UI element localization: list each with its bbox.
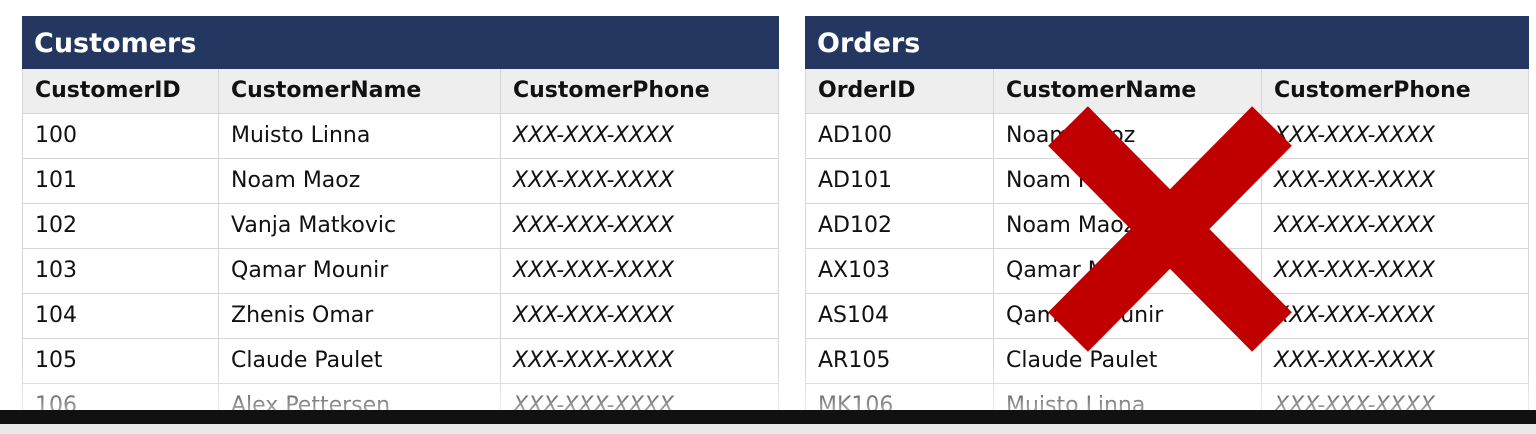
column-header-orderid: OrderID <box>805 69 994 114</box>
order-id-cell: AS104 <box>805 293 994 339</box>
bottom-divider-bar <box>0 410 1536 424</box>
customer-name-cell: Vanja Matkovic <box>218 203 501 249</box>
table-row: 104 Zhenis Omar XXX-XXX-XXXX <box>22 293 779 339</box>
customer-id-cell: 102 <box>22 203 219 249</box>
customer-phone-cell: XXX-XXX-XXXX <box>1261 293 1529 339</box>
customer-phone-cell: XXX-XXX-XXXX <box>500 203 779 249</box>
cross-icon <box>1048 106 1292 352</box>
table-row: 103 Qamar Mounir XXX-XXX-XXXX <box>22 248 779 294</box>
customer-id-cell: 101 <box>22 158 219 204</box>
table-row: 100 Muisto Linna XXX-XXX-XXXX <box>22 113 779 159</box>
column-header-customername: CustomerName <box>218 69 501 114</box>
customer-name-cell: Muisto Linna <box>218 113 501 159</box>
customer-name-cell: Qamar Mounir <box>218 248 501 294</box>
customer-phone-cell: XXX-XXX-XXXX <box>500 248 779 294</box>
bottom-strip <box>0 424 1536 434</box>
customer-phone-cell: XXX-XXX-XXXX <box>1261 203 1529 249</box>
customer-name-cell: Claude Paulet <box>218 338 501 384</box>
customers-table-title: Customers <box>22 16 779 69</box>
customers-table: Customers CustomerID CustomerName Custom… <box>22 16 779 429</box>
customer-id-cell: 104 <box>22 293 219 339</box>
column-header-customerphone: CustomerPhone <box>1261 69 1529 114</box>
order-id-cell: AD102 <box>805 203 994 249</box>
customer-name-cell: Zhenis Omar <box>218 293 501 339</box>
order-id-cell: AX103 <box>805 248 994 294</box>
customer-phone-cell: XXX-XXX-XXXX <box>1261 158 1529 204</box>
customer-phone-cell: XXX-XXX-XXXX <box>500 158 779 204</box>
column-header-customerphone: CustomerPhone <box>500 69 779 114</box>
orders-table-title: Orders <box>805 16 1529 69</box>
order-id-cell: AR105 <box>805 338 994 384</box>
customer-id-cell: 100 <box>22 113 219 159</box>
customer-id-cell: 105 <box>22 338 219 384</box>
table-row: 101 Noam Maoz XXX-XXX-XXXX <box>22 158 779 204</box>
customer-phone-cell: XXX-XXX-XXXX <box>1261 113 1529 159</box>
customer-phone-cell: XXX-XXX-XXXX <box>1261 248 1529 294</box>
order-id-cell: AD100 <box>805 113 994 159</box>
customer-phone-cell: XXX-XXX-XXXX <box>1261 338 1529 384</box>
customer-name-cell: Noam Maoz <box>218 158 501 204</box>
column-header-customerid: CustomerID <box>22 69 219 114</box>
customer-phone-cell: XXX-XXX-XXXX <box>500 293 779 339</box>
customer-id-cell: 103 <box>22 248 219 294</box>
table-row: 102 Vanja Matkovic XXX-XXX-XXXX <box>22 203 779 249</box>
order-id-cell: AD101 <box>805 158 994 204</box>
table-row: 105 Claude Paulet XXX-XXX-XXXX <box>22 338 779 384</box>
customer-phone-cell: XXX-XXX-XXXX <box>500 338 779 384</box>
table-header-row: CustomerID CustomerName CustomerPhone <box>22 69 779 114</box>
customer-phone-cell: XXX-XXX-XXXX <box>500 113 779 159</box>
